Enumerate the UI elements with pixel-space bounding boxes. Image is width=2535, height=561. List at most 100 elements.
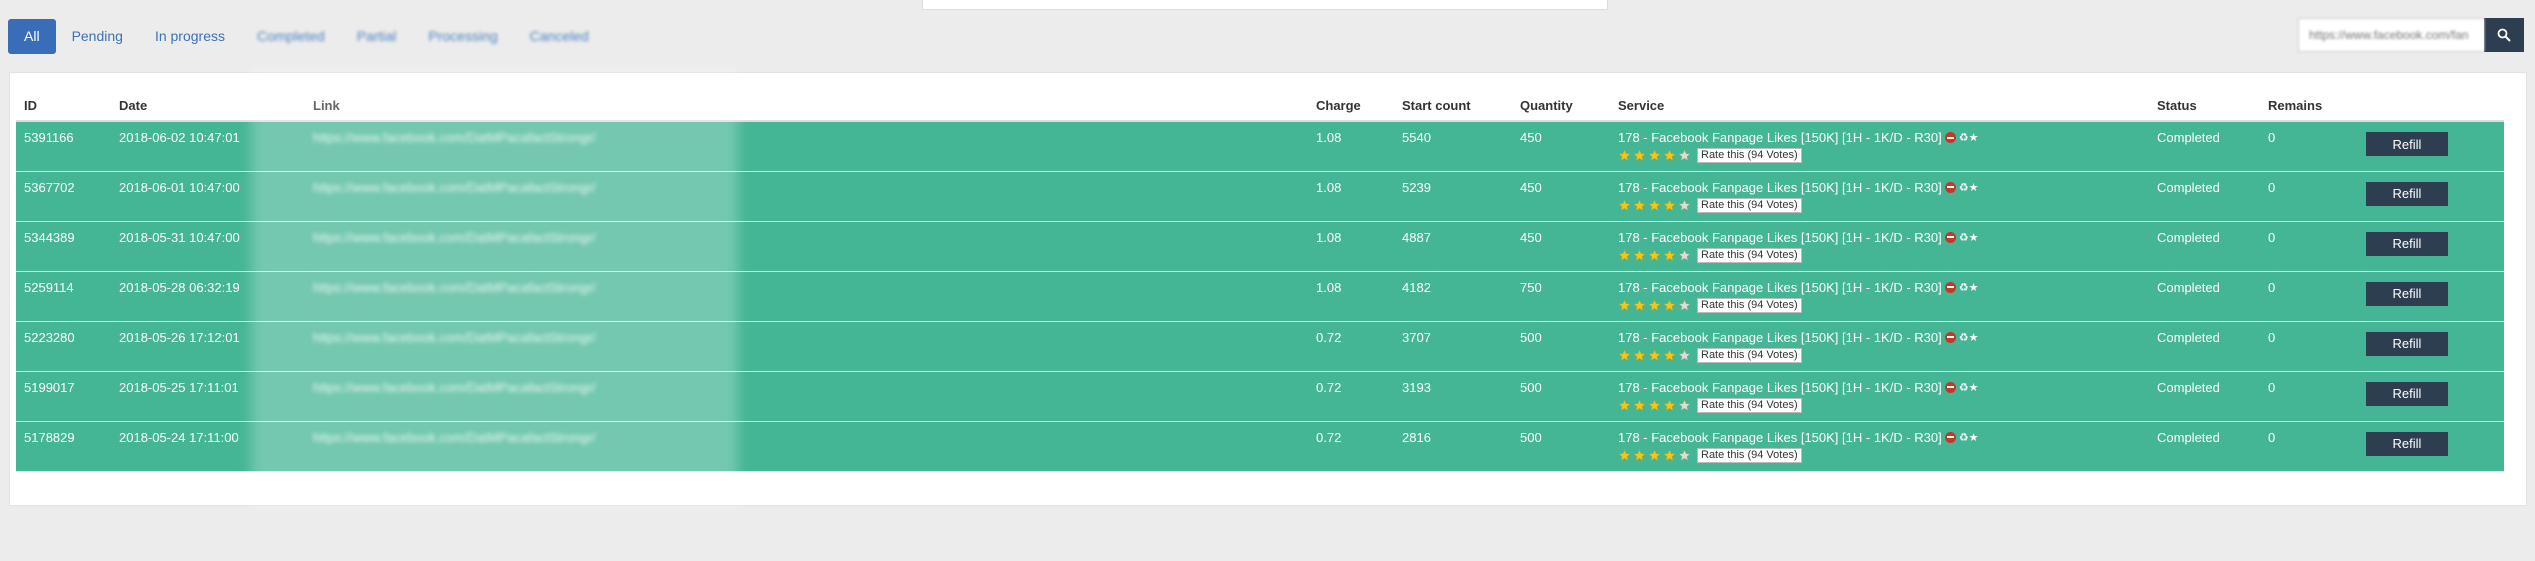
star-icon[interactable]: [1648, 399, 1661, 412]
star-icon[interactable]: [1633, 199, 1646, 212]
star-icon[interactable]: [1663, 449, 1676, 462]
star-icon[interactable]: [1618, 149, 1631, 162]
star-icon[interactable]: [1678, 349, 1691, 362]
order-id: 5199017: [16, 371, 111, 422]
order-actions: Refill: [2358, 421, 2504, 472]
table-row: 5259114 2018-05-28 06:32:19 https://www.fa…: [16, 271, 2504, 322]
star-icon[interactable]: [1663, 149, 1676, 162]
rate-this-label[interactable]: Rate this (94 Votes): [1697, 247, 1802, 263]
order-service: 178 - Facebook Fanpage Likes [150K] [1H …: [1610, 421, 2149, 472]
star-icon[interactable]: [1618, 299, 1631, 312]
order-link[interactable]: https://www.facebook.com/DatMPacafactStr…: [305, 271, 1308, 322]
star-icon[interactable]: [1663, 249, 1676, 262]
order-actions: Refill: [2358, 321, 2504, 372]
refill-button[interactable]: Refill: [2366, 281, 2448, 306]
order-charge: 0.72: [1308, 321, 1394, 372]
order-link[interactable]: https://www.facebook.com/DatMPacafactStr…: [305, 171, 1308, 222]
star-icon[interactable]: [1633, 399, 1646, 412]
col-quantity: Quantity: [1512, 91, 1610, 122]
order-service: 178 - Facebook Fanpage Likes [150K] [1H …: [1610, 271, 2149, 322]
star-icon[interactable]: [1618, 399, 1631, 412]
star-icon[interactable]: [1663, 349, 1676, 362]
tab-completed[interactable]: Completed: [241, 19, 341, 54]
col-service: Service: [1610, 91, 2149, 122]
order-date: 2018-06-02 10:47:01: [111, 121, 305, 172]
tab-all[interactable]: All: [8, 19, 56, 54]
recycle-icon: ♻★: [1958, 132, 1979, 144]
no-entry-icon: [1944, 431, 1956, 443]
star-icon[interactable]: [1663, 199, 1676, 212]
search-input[interactable]: [2298, 18, 2484, 52]
search-button[interactable]: [2484, 18, 2524, 52]
order-date: 2018-05-25 17:11:01: [111, 371, 305, 422]
rate-this-label[interactable]: Rate this (94 Votes): [1697, 148, 1802, 163]
order-remains: 0: [2260, 271, 2358, 322]
star-rating: Rate this (94 Votes): [1618, 148, 2141, 163]
order-link[interactable]: https://www.facebook.com/DatMPacafactStr…: [305, 421, 1308, 472]
star-icon[interactable]: [1648, 199, 1661, 212]
tab-canceled[interactable]: Canceled: [514, 19, 605, 54]
rate-this-label[interactable]: Rate this (94 Votes): [1697, 197, 1802, 213]
order-remains: 0: [2260, 371, 2358, 422]
order-id: 5391166: [16, 121, 111, 172]
order-remains: 0: [2260, 421, 2358, 472]
star-icon[interactable]: [1663, 399, 1676, 412]
star-rating: Rate this (94 Votes): [1618, 297, 2141, 313]
order-start-count: 3193: [1394, 371, 1512, 422]
star-icon[interactable]: [1678, 449, 1691, 462]
star-icon[interactable]: [1618, 249, 1631, 262]
rate-this-label[interactable]: Rate this (94 Votes): [1697, 347, 1802, 363]
order-link[interactable]: https://www.facebook.com/DatMPacafactStr…: [305, 221, 1308, 272]
order-charge: 0.72: [1308, 371, 1394, 422]
order-id: 5178829: [16, 421, 111, 472]
refill-button[interactable]: Refill: [2366, 331, 2448, 356]
rate-this-label[interactable]: Rate this (94 Votes): [1697, 397, 1802, 413]
tab-partial[interactable]: Partial: [341, 19, 413, 54]
refill-button[interactable]: Refill: [2366, 381, 2448, 406]
star-icon[interactable]: [1633, 449, 1646, 462]
order-date: 2018-05-28 06:32:19: [111, 271, 305, 322]
rate-this-label[interactable]: Rate this (94 Votes): [1697, 297, 1802, 313]
star-icon[interactable]: [1648, 299, 1661, 312]
star-icon[interactable]: [1648, 249, 1661, 262]
star-icon[interactable]: [1678, 149, 1691, 162]
star-icon[interactable]: [1678, 249, 1691, 262]
star-rating: Rate this (94 Votes): [1618, 347, 2141, 363]
order-link[interactable]: https://www.facebook.com/DatMPacafactStr…: [305, 371, 1308, 422]
star-icon[interactable]: [1633, 349, 1646, 362]
order-date: 2018-05-26 17:12:01: [111, 321, 305, 372]
star-icon[interactable]: [1678, 399, 1691, 412]
refill-button[interactable]: Refill: [2366, 231, 2448, 256]
star-icon[interactable]: [1648, 449, 1661, 462]
star-icon[interactable]: [1648, 149, 1661, 162]
order-link[interactable]: https://www.facebook.com/DatMPacafactStr…: [305, 321, 1308, 372]
star-icon[interactable]: [1678, 299, 1691, 312]
tab-in-progress[interactable]: In progress: [139, 19, 241, 54]
star-icon[interactable]: [1618, 199, 1631, 212]
star-icon[interactable]: [1663, 299, 1676, 312]
table-row: 5199017 2018-05-25 17:11:01 https://www.fa…: [16, 371, 2504, 422]
order-charge: 1.08: [1308, 121, 1394, 172]
star-icon[interactable]: [1633, 149, 1646, 162]
order-charge: 1.08: [1308, 221, 1394, 272]
service-name: 178 - Facebook Fanpage Likes [150K] [1H …: [1618, 279, 1942, 295]
star-icon[interactable]: [1678, 199, 1691, 212]
tab-processing[interactable]: Processing: [412, 19, 513, 54]
order-actions: Refill: [2358, 121, 2504, 172]
star-icon[interactable]: [1648, 349, 1661, 362]
order-status: Completed: [2149, 221, 2260, 272]
col-link: Link: [305, 91, 1308, 122]
table-header-row: ID Date Link Charge Start count Quantity…: [16, 91, 2504, 122]
refill-button[interactable]: Refill: [2366, 181, 2448, 206]
refill-button[interactable]: Refill: [2366, 431, 2448, 456]
rate-this-label[interactable]: Rate this (94 Votes): [1697, 447, 1802, 463]
top-container: [922, 0, 1608, 10]
star-icon[interactable]: [1618, 349, 1631, 362]
star-icon[interactable]: [1618, 449, 1631, 462]
order-link[interactable]: https://www.facebook.com/DatMPacafactStr…: [305, 121, 1308, 172]
star-icon[interactable]: [1633, 249, 1646, 262]
refill-button[interactable]: Refill: [2366, 132, 2448, 156]
tab-pending[interactable]: Pending: [56, 19, 139, 54]
star-icon[interactable]: [1633, 299, 1646, 312]
star-rating: Rate this (94 Votes): [1618, 247, 2141, 263]
